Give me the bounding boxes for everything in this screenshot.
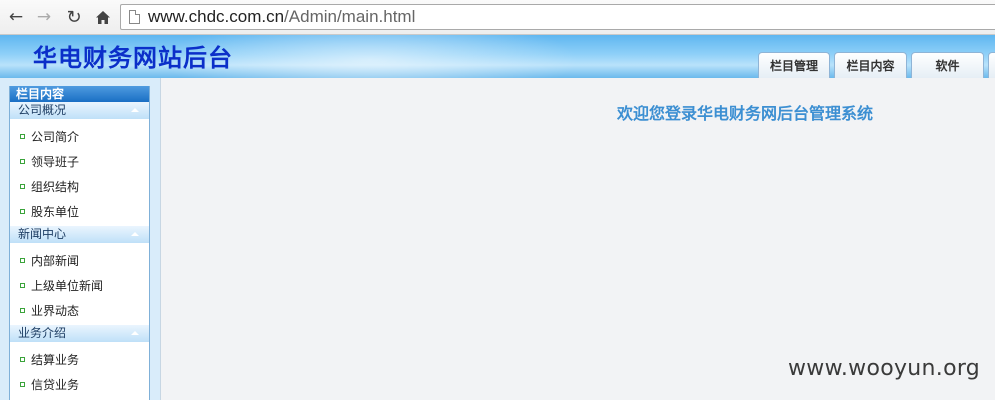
back-arrow-icon[interactable]: ← bbox=[5, 6, 27, 28]
sidebar-item-label: 结算业务 bbox=[31, 353, 80, 367]
tab-column-management[interactable]: 栏目管理 bbox=[758, 52, 830, 78]
tab-column-content[interactable]: 栏目内容 bbox=[834, 52, 907, 78]
sidebar-item-label: 上级单位新闻 bbox=[31, 279, 104, 293]
sidebar-item-credit[interactable]: 信贷业务 bbox=[10, 372, 149, 397]
bullet-icon bbox=[20, 308, 25, 313]
sidebar-group-items: 内部新闻 上级单位新闻 业界动态 bbox=[10, 243, 149, 325]
sidebar-group-items: 结算业务 信贷业务 bbox=[10, 342, 149, 399]
bullet-icon bbox=[20, 134, 25, 139]
sidebar-group-items: 公司简介 领导班子 组织结构 股东单位 bbox=[10, 119, 149, 226]
page-icon bbox=[129, 10, 140, 24]
sidebar-item-shareholders[interactable]: 股东单位 bbox=[10, 199, 149, 224]
sidebar: 栏目内容 公司概况 公司简介 领导班子 组织结构 股东单位 新闻中心 内部新闻 … bbox=[9, 86, 150, 400]
chevron-up-icon[interactable] bbox=[131, 108, 139, 112]
reload-icon[interactable]: ↻ bbox=[63, 6, 85, 28]
sidebar-item-label: 信贷业务 bbox=[31, 378, 80, 392]
bullet-icon bbox=[20, 357, 25, 362]
sidebar-group-label: 公司概况 bbox=[18, 103, 67, 117]
welcome-message: 欢迎您登录华电财务网后台管理系统 bbox=[617, 104, 874, 123]
tab-software[interactable]: 软件 bbox=[911, 52, 984, 78]
sidebar-item-label: 业界动态 bbox=[31, 304, 80, 318]
address-bar[interactable]: www.chdc.com.cn/Admin/main.html bbox=[120, 4, 995, 30]
bullet-icon bbox=[20, 184, 25, 189]
bullet-icon bbox=[20, 382, 25, 387]
sidebar-item-label: 公司简介 bbox=[31, 130, 80, 144]
sidebar-group-news-center[interactable]: 新闻中心 bbox=[10, 226, 149, 243]
bullet-icon bbox=[20, 258, 25, 263]
sidebar-item-company-intro[interactable]: 公司简介 bbox=[10, 124, 149, 149]
sidebar-item-industry-news[interactable]: 业界动态 bbox=[10, 298, 149, 323]
url-text[interactable]: www.chdc.com.cn/Admin/main.html bbox=[148, 7, 415, 27]
chevron-up-icon[interactable] bbox=[131, 331, 139, 335]
sidebar-item-internal-news[interactable]: 内部新闻 bbox=[10, 248, 149, 273]
sidebar-item-label: 组织结构 bbox=[31, 180, 80, 194]
watermark: www.wooyun.org bbox=[788, 356, 981, 381]
sidebar-item-label: 领导班子 bbox=[31, 155, 80, 169]
top-tabs: 栏目管理 栏目内容 软件 bbox=[758, 52, 995, 78]
sidebar-item-superior-news[interactable]: 上级单位新闻 bbox=[10, 273, 149, 298]
sidebar-item-label: 内部新闻 bbox=[31, 254, 80, 268]
sidebar-item-label: 股东单位 bbox=[31, 205, 80, 219]
sidebar-group-company-overview[interactable]: 公司概况 bbox=[10, 102, 149, 119]
tab-partial[interactable] bbox=[988, 52, 995, 78]
main-content: 欢迎您登录华电财务网后台管理系统 bbox=[160, 78, 995, 400]
url-host: www.chdc.com.cn bbox=[148, 7, 285, 26]
site-header: 华电财务网站后台 栏目管理 栏目内容 软件 bbox=[0, 35, 995, 78]
browser-toolbar: ← → ↻ www.chdc.com.cn/Admin/main.html bbox=[0, 0, 995, 35]
site-title: 华电财务网站后台 bbox=[33, 44, 233, 72]
sidebar-item-leadership[interactable]: 领导班子 bbox=[10, 149, 149, 174]
bullet-icon bbox=[20, 283, 25, 288]
sidebar-title: 栏目内容 bbox=[10, 86, 149, 102]
chevron-up-icon[interactable] bbox=[131, 232, 139, 236]
sidebar-group-label: 新闻中心 bbox=[18, 227, 67, 241]
sidebar-item-org-structure[interactable]: 组织结构 bbox=[10, 174, 149, 199]
url-path: /Admin/main.html bbox=[284, 7, 416, 26]
bullet-icon bbox=[20, 159, 25, 164]
forward-arrow-icon[interactable]: → bbox=[33, 6, 55, 28]
sidebar-frame: 栏目内容 公司概况 公司简介 领导班子 组织结构 股东单位 新闻中心 内部新闻 … bbox=[0, 78, 160, 400]
sidebar-group-label: 业务介绍 bbox=[18, 326, 67, 340]
home-icon[interactable] bbox=[92, 6, 114, 28]
bullet-icon bbox=[20, 209, 25, 214]
sidebar-group-business-intro[interactable]: 业务介绍 bbox=[10, 325, 149, 342]
sidebar-item-settlement[interactable]: 结算业务 bbox=[10, 347, 149, 372]
